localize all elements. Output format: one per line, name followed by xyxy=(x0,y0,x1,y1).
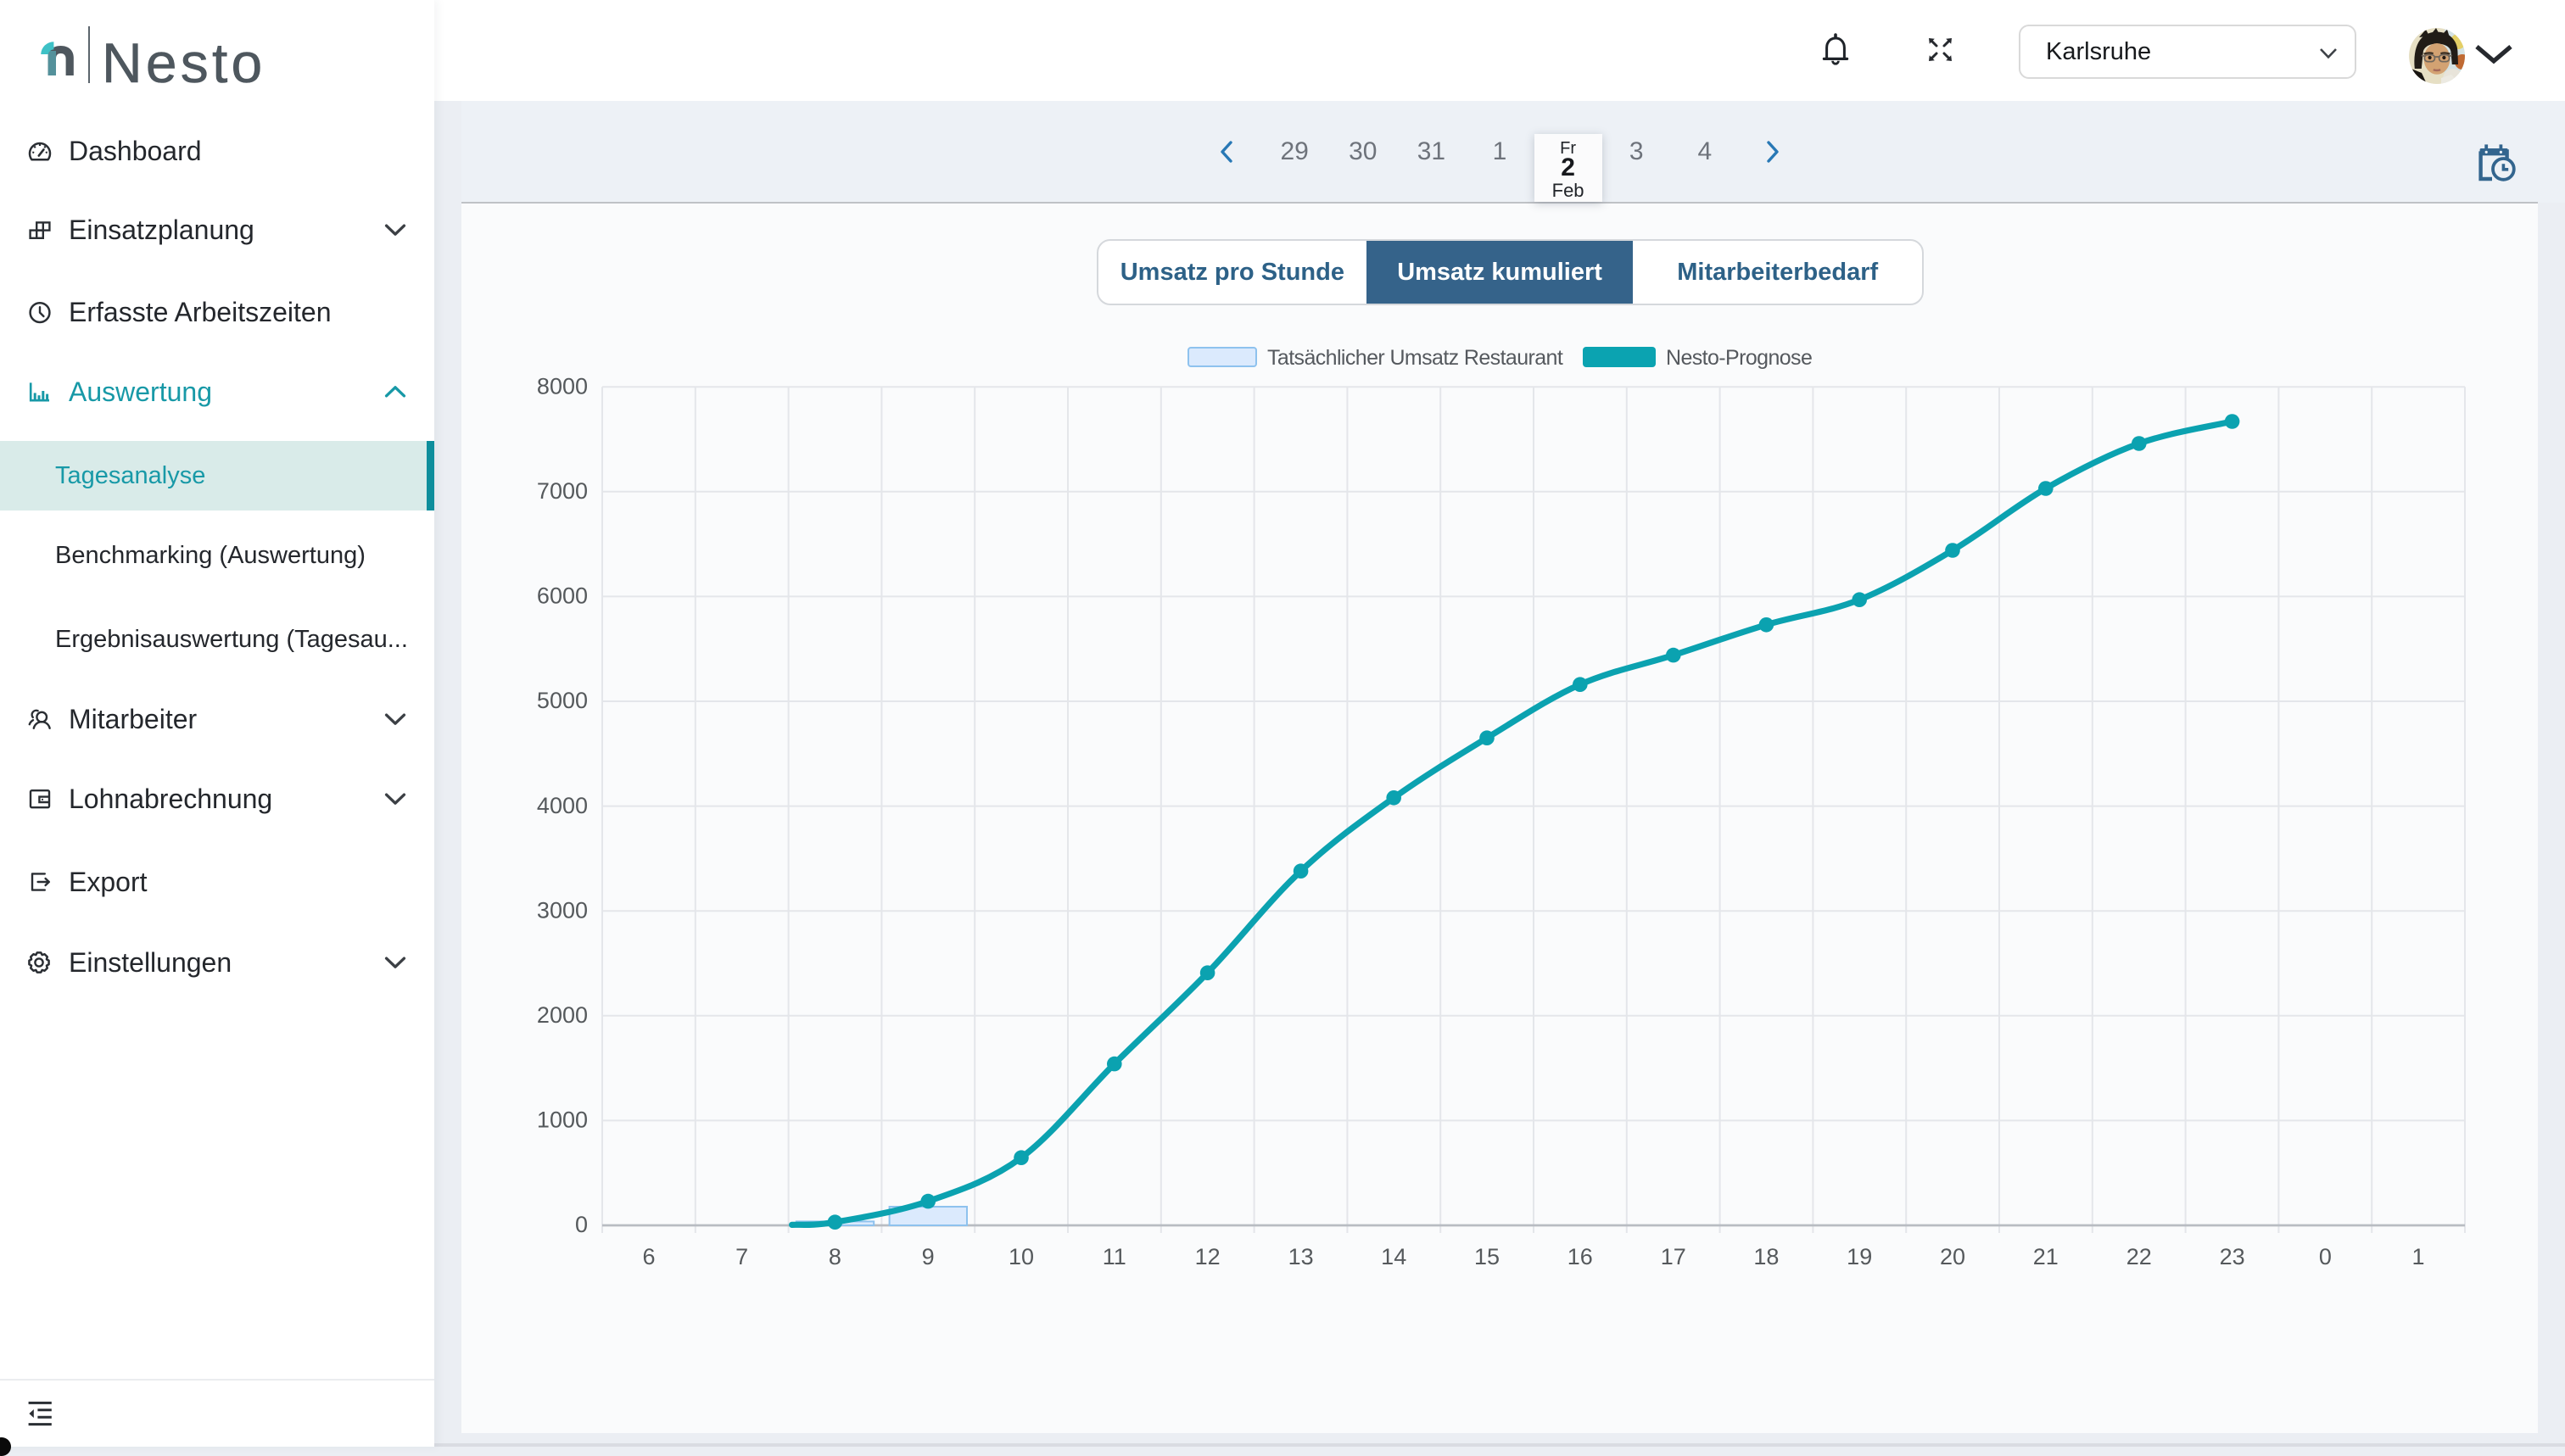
svg-text:0: 0 xyxy=(575,1212,588,1237)
svg-text:11: 11 xyxy=(1103,1244,1126,1269)
svg-text:20: 20 xyxy=(1940,1244,1965,1269)
svg-text:22: 22 xyxy=(2126,1244,2152,1269)
svg-text:3000: 3000 xyxy=(537,897,588,923)
svg-text:19: 19 xyxy=(1847,1244,1872,1269)
svg-text:13: 13 xyxy=(1288,1244,1314,1269)
svg-text:8000: 8000 xyxy=(537,373,588,399)
svg-text:8: 8 xyxy=(829,1244,841,1269)
svg-text:16: 16 xyxy=(1568,1244,1593,1269)
svg-text:23: 23 xyxy=(2220,1244,2245,1269)
svg-text:1000: 1000 xyxy=(537,1107,588,1133)
svg-text:10: 10 xyxy=(1009,1244,1034,1269)
svg-text:15: 15 xyxy=(1474,1244,1500,1269)
svg-text:5000: 5000 xyxy=(537,688,588,713)
svg-text:0: 0 xyxy=(2319,1244,2332,1269)
svg-text:12: 12 xyxy=(1195,1244,1221,1269)
svg-text:1: 1 xyxy=(2411,1244,2424,1269)
svg-text:17: 17 xyxy=(1661,1244,1686,1269)
svg-text:9: 9 xyxy=(922,1244,935,1269)
svg-text:6000: 6000 xyxy=(537,583,588,609)
svg-text:18: 18 xyxy=(1753,1244,1779,1269)
svg-text:4000: 4000 xyxy=(537,793,588,818)
svg-text:2000: 2000 xyxy=(537,1002,588,1028)
svg-text:6: 6 xyxy=(642,1244,655,1269)
svg-text:7000: 7000 xyxy=(537,478,588,504)
svg-text:7: 7 xyxy=(735,1244,748,1269)
svg-text:21: 21 xyxy=(2033,1244,2059,1269)
svg-text:14: 14 xyxy=(1381,1244,1406,1269)
